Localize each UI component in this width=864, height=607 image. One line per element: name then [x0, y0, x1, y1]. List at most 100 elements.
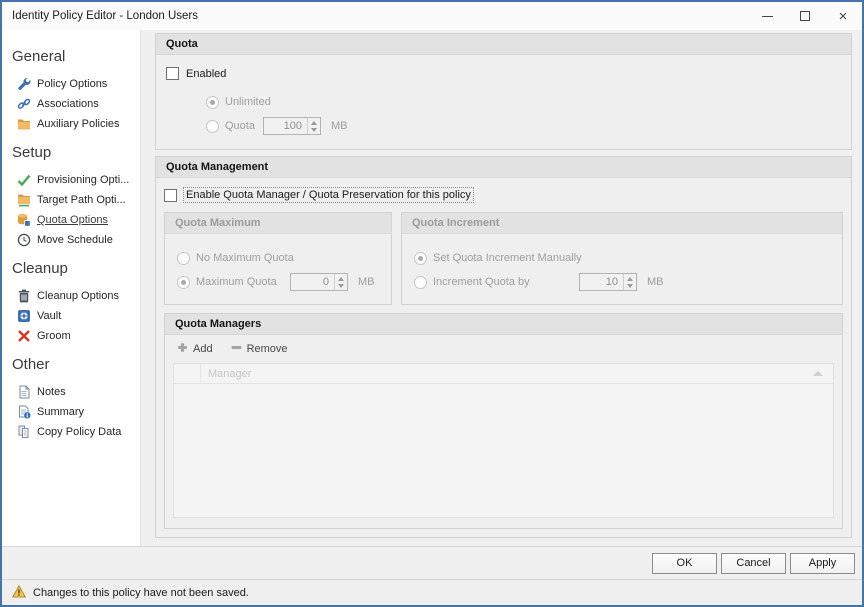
copy-icon [17, 425, 31, 439]
title-bar: Identity Policy Editor - London Users × [2, 2, 862, 30]
wrench-icon [17, 77, 31, 91]
sidebar-item-move-schedule[interactable]: Move Schedule [2, 230, 140, 250]
navigation-sidebar: General Policy Options Associations Auxi… [2, 30, 141, 546]
quota-enabled-checkbox[interactable] [166, 67, 179, 80]
maximum-quota-value: 0 [291, 274, 334, 290]
sidebar-item-notes[interactable]: Notes [2, 382, 140, 402]
enable-quota-manager-checkbox[interactable] [164, 189, 177, 202]
quota-enabled-label: Enabled [186, 68, 226, 80]
quota-value: 100 [264, 118, 307, 134]
quota-management-group: Quota Management Enable Quota Manager / … [155, 156, 852, 538]
window-title: Identity Policy Editor - London Users [2, 10, 748, 22]
trash-icon [17, 289, 31, 303]
sidebar-item-label: Notes [37, 386, 66, 398]
notes-icon [17, 385, 31, 399]
sidebar-item-quota-options[interactable]: Quota Options [2, 210, 140, 230]
status-message: Changes to this policy have not been sav… [33, 587, 249, 599]
sidebar-item-label: Provisioning Opti... [37, 174, 129, 186]
sidebar-item-policy-options[interactable]: Policy Options [2, 74, 140, 94]
increment-quota-spinner[interactable]: 10 [579, 273, 637, 291]
sidebar-item-provisioning-options[interactable]: Provisioning Opti... [2, 170, 140, 190]
maximum-quota-unit-label: MB [358, 276, 375, 288]
spinner-arrows-icon[interactable] [307, 118, 320, 134]
minimize-button[interactable] [748, 2, 786, 30]
quota-unit-label: MB [331, 120, 348, 132]
set-quota-increment-manually-label: Set Quota Increment Manually [433, 252, 582, 264]
no-maximum-quota-radio[interactable] [177, 252, 190, 265]
sidebar-item-copy-policy-data[interactable]: Copy Policy Data [2, 422, 140, 442]
maximize-button[interactable] [786, 2, 824, 30]
no-maximum-quota-label: No Maximum Quota [196, 252, 294, 264]
sidebar-item-label: Cleanup Options [37, 290, 119, 302]
quota-increment-group-header: Quota Increment [402, 213, 842, 234]
red-x-icon [17, 329, 31, 343]
sidebar-item-summary[interactable]: Summary [2, 402, 140, 422]
quota-database-icon [17, 213, 31, 227]
increment-quota-by-radio[interactable] [414, 276, 427, 289]
sidebar-heading-general: General [2, 38, 140, 74]
quota-radio-label: Quota [225, 120, 263, 132]
quota-increment-group: Quota Increment Set Quota Increment Manu… [401, 212, 843, 305]
sidebar-item-label: Groom [37, 330, 71, 342]
sidebar-item-vault[interactable]: Vault [2, 306, 140, 326]
unlimited-radio[interactable] [206, 96, 219, 109]
sidebar-item-label: Target Path Opti... [37, 194, 126, 206]
unlimited-radio-label: Unlimited [225, 96, 271, 108]
sidebar-item-label: Move Schedule [37, 234, 113, 246]
increment-quota-value: 10 [580, 274, 623, 290]
quota-managers-table: Manager [173, 363, 834, 518]
plus-icon [177, 342, 188, 356]
target-folder-icon [17, 193, 31, 207]
quota-value-spinner[interactable]: 100 [263, 117, 321, 135]
sidebar-item-target-path-options[interactable]: Target Path Opti... [2, 190, 140, 210]
sidebar-item-label: Associations [37, 98, 99, 110]
sidebar-item-associations[interactable]: Associations [2, 94, 140, 114]
maximum-quota-spinner[interactable]: 0 [290, 273, 348, 291]
sidebar-item-groom[interactable]: Groom [2, 326, 140, 346]
identity-policy-editor-window: Identity Policy Editor - London Users × … [0, 0, 864, 607]
set-quota-increment-manually-radio[interactable] [414, 252, 427, 265]
summary-icon [17, 405, 31, 419]
sidebar-item-label: Copy Policy Data [37, 426, 121, 438]
close-icon: × [839, 9, 848, 24]
quota-managers-group: Quota Managers Add Remove [164, 313, 843, 529]
maximum-quota-label: Maximum Quota [196, 276, 290, 288]
quota-managers-toolbar: Add Remove [165, 335, 842, 361]
spinner-arrows-icon[interactable] [334, 274, 347, 290]
quota-group-header: Quota [156, 34, 851, 55]
main-panel: Quota Enabled Unlimited Quota [141, 30, 862, 546]
sidebar-item-cleanup-options[interactable]: Cleanup Options [2, 286, 140, 306]
link-icon [17, 97, 31, 111]
add-manager-button[interactable]: Add [177, 342, 213, 356]
increment-quota-by-label: Increment Quota by [433, 276, 579, 288]
quota-managers-table-header[interactable]: Manager [174, 364, 833, 384]
quota-maximum-group: Quota Maximum No Maximum Quota Maximum Q… [164, 212, 392, 305]
sidebar-item-auxiliary-policies[interactable]: Auxiliary Policies [2, 114, 140, 134]
folder-icon [17, 117, 31, 131]
quota-radio[interactable] [206, 120, 219, 133]
quota-managers-group-header: Quota Managers [165, 314, 842, 335]
close-button[interactable]: × [824, 2, 862, 30]
ok-button[interactable]: OK [652, 553, 717, 574]
maximize-icon [800, 11, 810, 21]
quota-maximum-group-header: Quota Maximum [165, 213, 391, 234]
quota-group: Quota Enabled Unlimited Quota [155, 33, 852, 150]
maximum-quota-radio[interactable] [177, 276, 190, 289]
minimize-icon [762, 16, 773, 17]
sidebar-item-label: Auxiliary Policies [37, 118, 120, 130]
apply-button[interactable]: Apply [790, 553, 855, 574]
remove-manager-button[interactable]: Remove [231, 342, 288, 356]
cancel-button[interactable]: Cancel [721, 553, 786, 574]
sidebar-heading-setup: Setup [2, 134, 140, 170]
spinner-arrows-icon[interactable] [623, 274, 636, 290]
increment-quota-unit-label: MB [647, 276, 664, 288]
minus-icon [231, 342, 242, 356]
vault-icon [17, 309, 31, 323]
dialog-footer: OK Cancel Apply [2, 547, 862, 580]
remove-manager-label: Remove [247, 343, 288, 355]
row-selector-column [174, 364, 201, 383]
quota-managers-table-body [174, 384, 833, 517]
sidebar-item-label: Quota Options [37, 214, 108, 226]
sidebar-heading-cleanup: Cleanup [2, 250, 140, 286]
quota-management-group-header: Quota Management [156, 157, 851, 178]
